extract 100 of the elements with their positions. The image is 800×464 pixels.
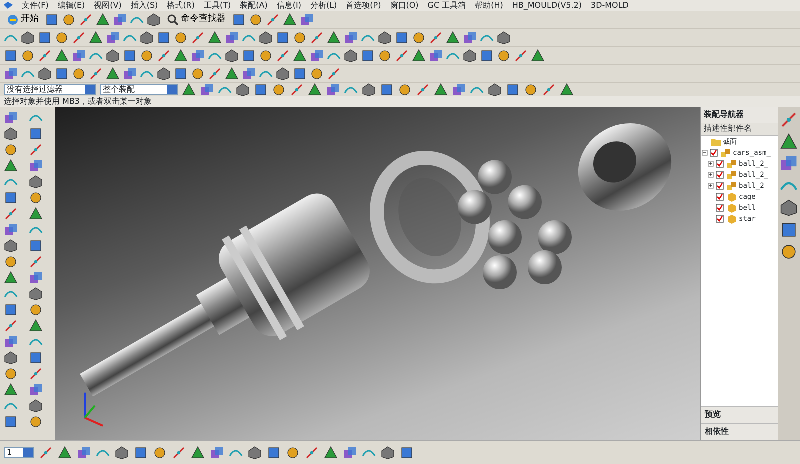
tool-icon[interactable]	[293, 66, 307, 80]
tool-icon[interactable]	[780, 199, 798, 217]
tool-icon[interactable]	[21, 48, 35, 62]
tool-icon[interactable]	[249, 12, 263, 26]
tool-icon[interactable]	[259, 48, 273, 62]
tool-icon[interactable]	[780, 221, 798, 239]
menu-item[interactable]: 首选项(P)	[346, 0, 382, 10]
tool-icon[interactable]	[290, 82, 304, 96]
tool-icon[interactable]	[4, 303, 18, 317]
checkbox[interactable]	[716, 204, 724, 212]
tool-icon[interactable]	[4, 415, 18, 429]
menu-item[interactable]: 文件(F)	[22, 0, 49, 10]
tool-icon[interactable]	[267, 446, 281, 460]
expand-toggle-icon[interactable]	[708, 182, 714, 188]
tool-icon[interactable]	[4, 239, 18, 253]
tool-icon[interactable]	[191, 446, 205, 460]
tool-icon[interactable]	[480, 48, 494, 62]
tool-icon[interactable]	[28, 239, 42, 253]
tool-icon[interactable]	[4, 351, 18, 365]
tool-icon[interactable]	[28, 415, 42, 429]
tool-icon[interactable]	[232, 12, 246, 26]
menu-item[interactable]: 窗口(O)	[390, 0, 419, 10]
tool-icon[interactable]	[55, 66, 69, 80]
tool-icon[interactable]	[28, 399, 42, 413]
menu-item[interactable]: 视图(V)	[94, 0, 122, 10]
panel-section-header[interactable]: 相依性	[701, 423, 778, 440]
tool-icon[interactable]	[412, 30, 426, 44]
tool-icon[interactable]	[28, 191, 42, 205]
tool-icon[interactable]	[157, 30, 171, 44]
tool-icon[interactable]	[58, 446, 72, 460]
tool-icon[interactable]	[276, 30, 290, 44]
checkbox[interactable]	[716, 214, 724, 222]
expand-toggle-icon[interactable]	[708, 160, 714, 166]
tool-icon[interactable]	[28, 207, 42, 221]
tool-icon[interactable]	[400, 446, 414, 460]
tool-icon[interactable]	[123, 48, 137, 62]
tool-icon[interactable]	[242, 48, 256, 62]
checkbox[interactable]	[716, 182, 724, 190]
column-header[interactable]: 描述性部件名	[701, 123, 778, 136]
tool-icon[interactable]	[780, 133, 798, 151]
tool-icon[interactable]	[254, 82, 268, 96]
tool-icon[interactable]	[62, 12, 76, 26]
checkbox[interactable]	[716, 192, 724, 200]
tool-icon[interactable]	[248, 446, 262, 460]
expand-toggle-icon[interactable]	[708, 172, 714, 178]
tool-icon[interactable]	[361, 48, 375, 62]
scope-dropdown[interactable]: 整个装配	[100, 84, 178, 95]
tool-icon[interactable]	[4, 383, 18, 397]
panel-section-header[interactable]: 预览	[701, 406, 778, 423]
tool-icon[interactable]	[72, 66, 86, 80]
tool-icon[interactable]	[4, 159, 18, 173]
tool-icon[interactable]	[28, 303, 42, 317]
menu-item[interactable]: 编辑(E)	[58, 0, 86, 10]
tool-icon[interactable]	[4, 255, 18, 269]
tool-icon[interactable]	[4, 271, 18, 285]
tool-icon[interactable]	[28, 175, 42, 189]
tool-icon[interactable]	[4, 191, 18, 205]
checkbox[interactable]	[716, 160, 724, 168]
tool-icon[interactable]	[28, 287, 42, 301]
tool-icon[interactable]	[378, 48, 392, 62]
tool-icon[interactable]	[174, 66, 188, 80]
tool-icon[interactable]	[28, 127, 42, 141]
tool-icon[interactable]	[4, 143, 18, 157]
tool-icon[interactable]	[174, 30, 188, 44]
menu-item[interactable]: 插入(S)	[130, 0, 158, 10]
tool-icon[interactable]	[380, 82, 394, 96]
menu-item[interactable]: HB_MOULD(V5.2)	[512, 0, 582, 10]
start-button[interactable]: 开始	[4, 12, 42, 26]
menu-item[interactable]: 装配(A)	[240, 0, 268, 10]
tool-icon[interactable]	[395, 30, 409, 44]
tool-icon[interactable]	[780, 243, 798, 261]
tool-icon[interactable]	[4, 48, 18, 62]
menu-item[interactable]: 帮助(H)	[475, 0, 504, 10]
tool-icon[interactable]	[45, 12, 59, 26]
menu-item[interactable]: 3D-MOLD	[591, 0, 629, 10]
tool-icon[interactable]	[115, 446, 129, 460]
collapse-toggle-icon[interactable]	[702, 150, 708, 156]
tool-icon[interactable]	[497, 48, 511, 62]
tool-icon[interactable]	[381, 446, 395, 460]
tool-icon[interactable]	[416, 82, 430, 96]
tool-icon[interactable]	[4, 367, 18, 381]
menu-item[interactable]: 分析(L)	[310, 0, 338, 10]
tool-icon[interactable]	[38, 30, 52, 44]
checkbox[interactable]	[710, 148, 718, 156]
tool-icon[interactable]	[524, 82, 538, 96]
tool-icon[interactable]	[506, 82, 520, 96]
menu-item[interactable]: GC 工具箱	[428, 0, 466, 10]
tool-icon[interactable]	[134, 446, 148, 460]
selection-filter-dropdown[interactable]: 没有选择过滤器	[4, 84, 96, 95]
command-finder-button[interactable]: 命令查找器	[164, 12, 229, 26]
menu-item[interactable]: 工具(T)	[204, 0, 232, 10]
tool-icon[interactable]	[28, 351, 42, 365]
tool-icon[interactable]	[542, 82, 556, 96]
tool-icon[interactable]	[28, 319, 42, 333]
tool-icon[interactable]	[293, 30, 307, 44]
tool-icon[interactable]	[286, 446, 300, 460]
menu-item[interactable]: 信息(I)	[276, 0, 302, 10]
tool-icon[interactable]	[324, 446, 338, 460]
tool-icon[interactable]	[310, 66, 324, 80]
tool-icon[interactable]	[153, 446, 167, 460]
